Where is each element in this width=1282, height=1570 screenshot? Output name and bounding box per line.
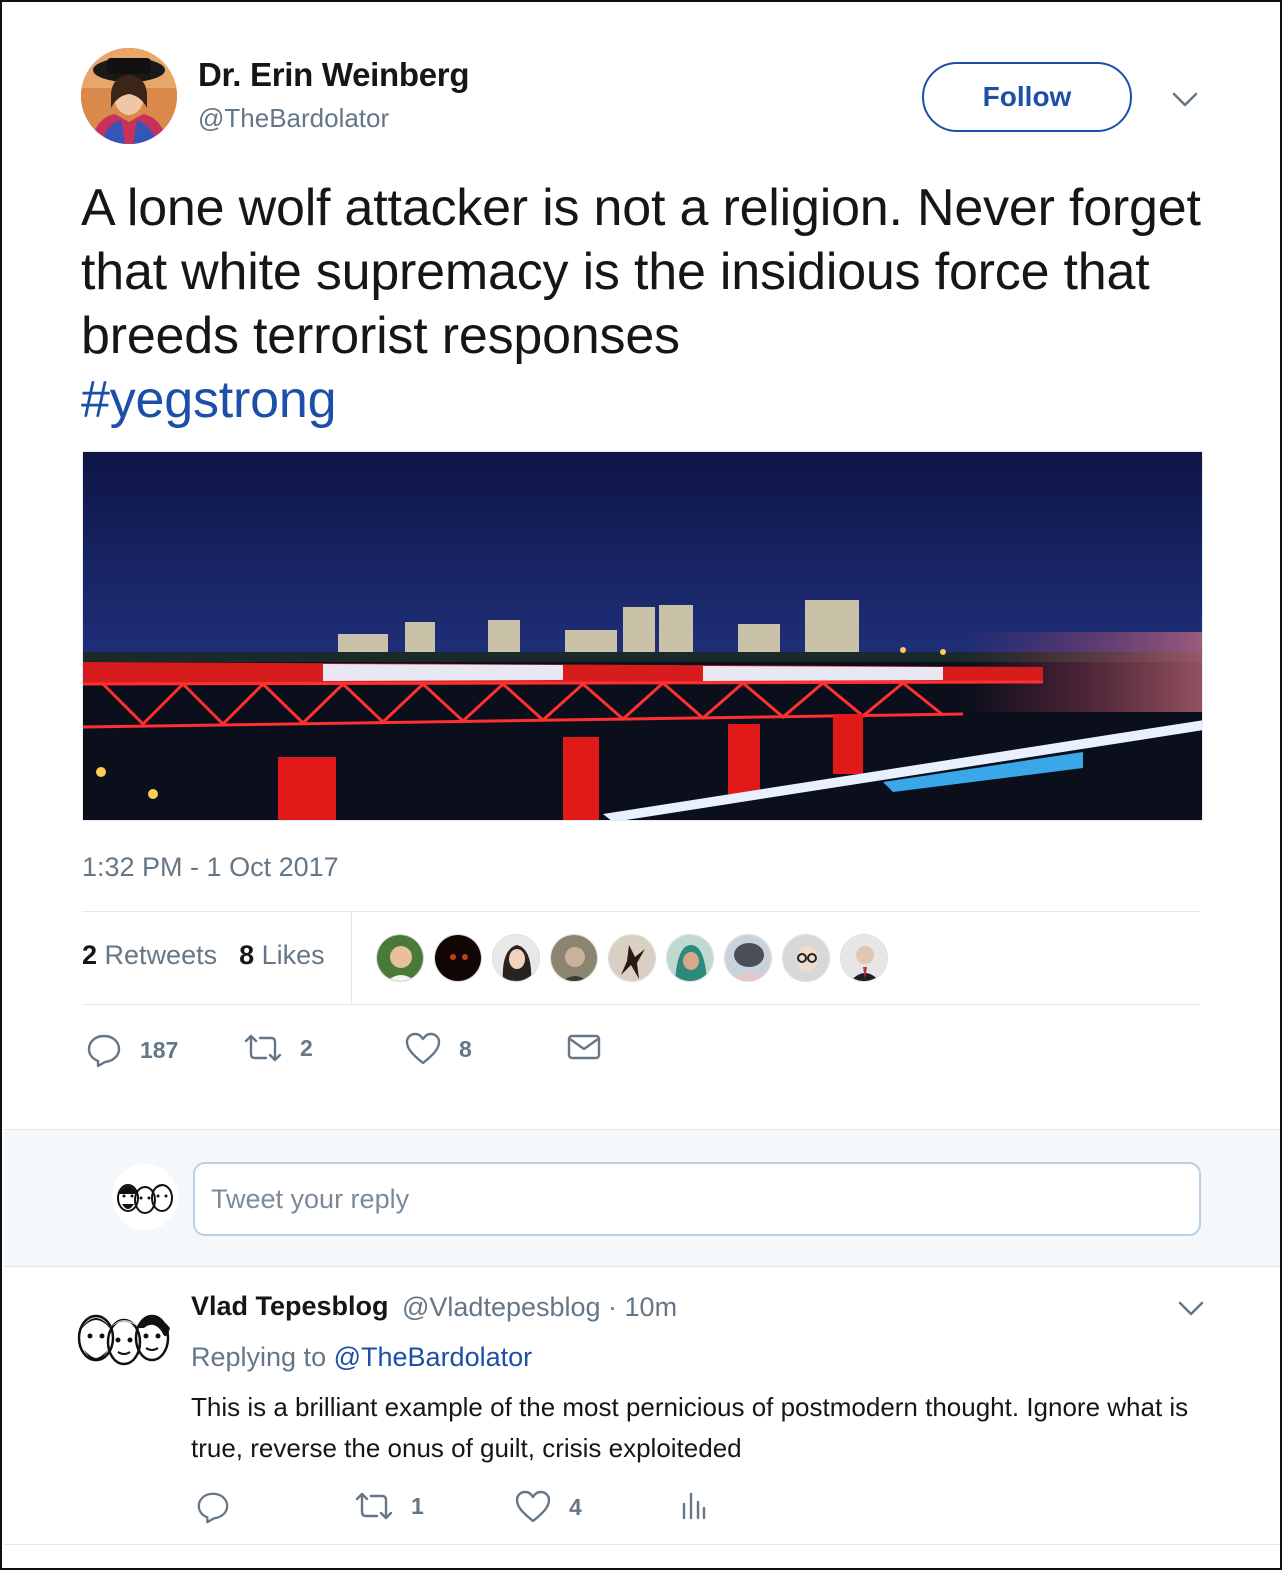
likes-count: 8 [239, 940, 255, 970]
retweet-button[interactable]: 2 [244, 1032, 313, 1064]
stats-divider [351, 912, 352, 1005]
retweet-icon [355, 1490, 393, 1522]
chevron-down-icon[interactable] [1174, 1294, 1208, 1322]
reply-button[interactable]: 187 [86, 1032, 178, 1068]
reply-retweet-count: 1 [411, 1492, 424, 1519]
tweet-body: A lone wolf attacker is not a religion. … [81, 179, 1201, 365]
liker-avatar[interactable] [666, 934, 714, 982]
replying-to: Replying to @TheBardolator [191, 1342, 532, 1373]
liker-avatar[interactable] [608, 934, 656, 982]
replying-to-link[interactable]: @TheBardolator [334, 1342, 533, 1372]
current-user-avatar[interactable] [112, 1164, 178, 1230]
hashtag-link[interactable]: #yegstrong [81, 368, 1211, 432]
reply-like-button[interactable]: 4 [515, 1490, 582, 1524]
retweets-label: Retweets [104, 940, 218, 970]
replying-prefix: Replying to [191, 1342, 327, 1372]
liker-avatar[interactable] [840, 934, 888, 982]
tweet-action-bar: 187 2 8 [2, 1032, 1280, 1072]
like-count: 8 [459, 1035, 472, 1062]
retweets-stat[interactable]: 2 Retweets [82, 940, 217, 971]
liker-avatar[interactable] [724, 934, 772, 982]
reply-analytics-button[interactable] [680, 1490, 706, 1520]
reply-author-avatar[interactable] [74, 1298, 174, 1378]
reply-input[interactable] [193, 1162, 1201, 1236]
likes-stat[interactable]: 8 Likes [239, 940, 325, 971]
reply-icon [86, 1032, 122, 1068]
tweet-photo[interactable] [82, 451, 1203, 821]
reply-author-handle[interactable]: @Vladtepesblog · 10m [402, 1292, 677, 1323]
author-avatar[interactable] [81, 48, 177, 144]
retweets-count: 2 [82, 940, 98, 970]
tweet-timestamp[interactable]: 1:32 PM - 1 Oct 2017 [82, 852, 339, 883]
reply-icon [196, 1490, 230, 1524]
reply-composer [4, 1129, 1280, 1267]
tweet-text: A lone wolf attacker is not a religion. … [81, 176, 1211, 432]
divider [82, 1004, 1200, 1005]
reply-author-name[interactable]: Vlad Tepesblog [191, 1291, 389, 1322]
heart-icon [405, 1032, 441, 1066]
direct-message-button[interactable] [567, 1032, 601, 1062]
reply-text: This is a brilliant example of the most … [191, 1392, 1189, 1463]
reply-retweet-button[interactable]: 1 [355, 1490, 424, 1522]
tweet-page: Dr. Erin Weinberg @TheBardolator Follow … [0, 0, 1282, 1570]
liker-avatars [376, 934, 888, 982]
retweet-count: 2 [300, 1034, 313, 1061]
chevron-down-icon[interactable] [1168, 84, 1202, 114]
author-name[interactable]: Dr. Erin Weinberg [198, 56, 469, 94]
analytics-icon [680, 1490, 706, 1520]
tweet-stats: 2 Retweets 8 Likes [82, 940, 325, 971]
divider [4, 1544, 1280, 1545]
reply-count: 187 [140, 1036, 179, 1063]
envelope-icon [567, 1032, 601, 1062]
liker-avatar[interactable] [376, 934, 424, 982]
likes-label: Likes [261, 940, 325, 970]
liker-avatar[interactable] [434, 934, 482, 982]
liker-avatar[interactable] [550, 934, 598, 982]
heart-icon [515, 1490, 551, 1524]
follow-button[interactable]: Follow [922, 62, 1132, 132]
retweet-icon [244, 1032, 282, 1064]
liker-avatar[interactable] [492, 934, 540, 982]
reply-like-count: 4 [569, 1493, 582, 1520]
reply-reply-button[interactable] [196, 1490, 248, 1524]
liker-avatar[interactable] [782, 934, 830, 982]
author-handle[interactable]: @TheBardolator [198, 103, 389, 134]
like-button[interactable]: 8 [405, 1032, 472, 1066]
divider [82, 911, 1200, 912]
reply-action-bar: 1 4 [2, 1490, 1280, 1530]
